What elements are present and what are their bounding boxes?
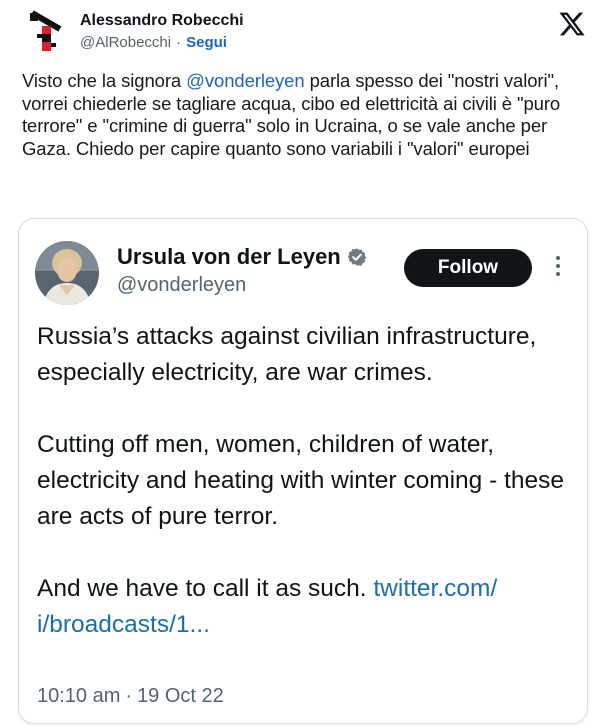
separator-dot: · [176, 34, 182, 51]
verified-badge-icon [347, 248, 367, 266]
quoted-paragraph-1: Russia’s attacks against civilian infras… [37, 323, 537, 386]
outer-tweet-text: Visto che la signora @vonderleyen parla … [22, 70, 582, 160]
mention-link[interactable]: @vonderleyen [186, 70, 304, 91]
follow-button[interactable]: Follow [404, 249, 532, 287]
tweet-date: 19 Oct 22 [137, 685, 224, 707]
timestamp-separator: · [125, 685, 133, 707]
x-logo-icon[interactable] [558, 10, 586, 38]
outer-text-part-1: Visto che la signora [22, 70, 187, 91]
avatar[interactable] [35, 241, 99, 305]
quoted-tweet-card[interactable]: Ursula von der Leyen @vonderleyen Follow… [18, 218, 588, 724]
quoted-author-name-text: Ursula von der Leyen [117, 244, 341, 269]
tweet-time: 10:10 am [37, 685, 121, 707]
robecchi-logo[interactable] [28, 10, 64, 56]
outer-author-name[interactable]: Alessandro Robecchi [80, 12, 244, 30]
quoted-paragraph-3-text: And we have to call it as such. [37, 575, 374, 602]
quoted-paragraph-2: Cutting off men, women, children of wate… [37, 431, 565, 530]
outer-tweet-header: Alessandro Robecchi @AlRobecchi · Segui [28, 8, 588, 58]
more-options-icon[interactable] [551, 253, 565, 283]
quoted-author-handle[interactable]: @vonderleyen [117, 274, 246, 297]
timestamp[interactable]: 10:10 am · 19 Oct 22 [37, 685, 224, 708]
follow-link[interactable]: Segui [186, 34, 227, 51]
outer-author-handle[interactable]: @AlRobecchi [80, 34, 171, 51]
outer-author-line: @AlRobecchi · Segui [80, 34, 227, 51]
quoted-tweet-body: Russia’s attacks against civilian infras… [37, 319, 577, 643]
quoted-paragraph-3: And we have to call it as such. twitter.… [37, 571, 577, 643]
quoted-author-name[interactable]: Ursula von der Leyen [117, 244, 367, 270]
